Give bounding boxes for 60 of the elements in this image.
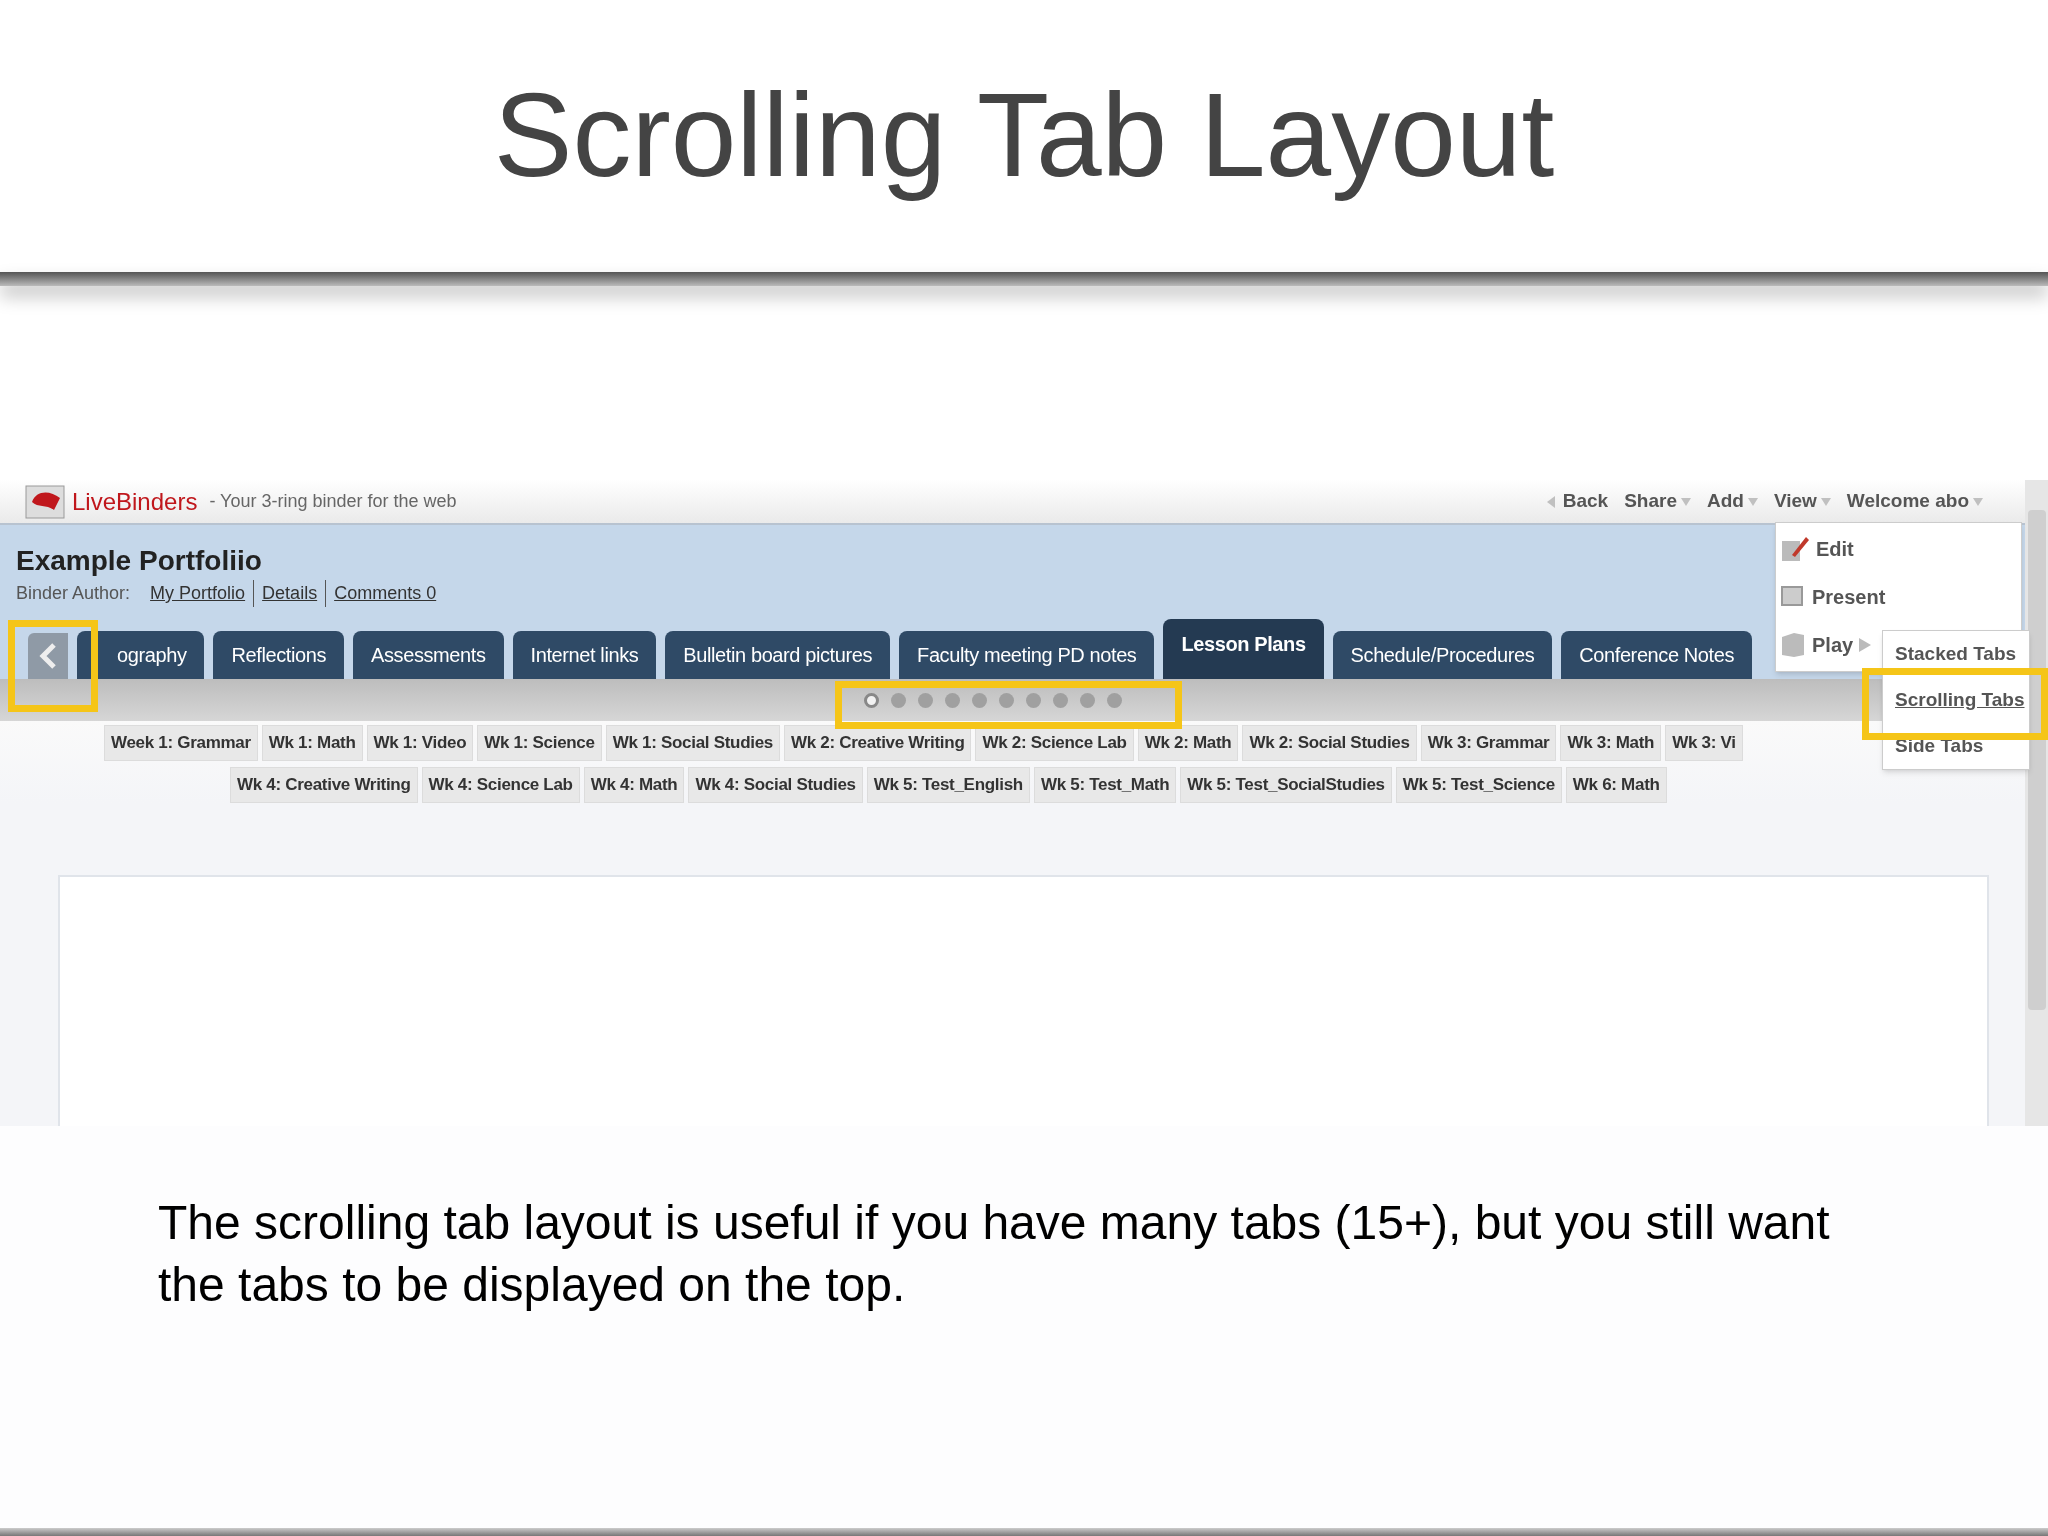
caret-icon bbox=[1747, 497, 1758, 506]
binder-logo-icon bbox=[24, 483, 68, 520]
layout-option[interactable]: Scrolling Tabs bbox=[1883, 681, 2029, 719]
slide-caption: The scrolling tab layout is useful if you have many tabs (15+), but you still want the tabs to be displayed on the top. bbox=[158, 1195, 1831, 1313]
lesson-subtab[interactable]: Week 1: Grammar bbox=[104, 725, 258, 761]
lesson-subtab[interactable]: Wk 2: Social Studies bbox=[1242, 725, 1417, 761]
lesson-subtab[interactable]: Wk 3: Grammar bbox=[1420, 725, 1557, 761]
menu-item-label: Edit bbox=[1816, 537, 1854, 562]
binder-title: Example Portfoliio bbox=[16, 544, 262, 578]
binder-link[interactable]: Comments 0 bbox=[325, 580, 445, 607]
nav-menu-button[interactable]: Share bbox=[1616, 487, 1699, 516]
nav-menu-button[interactable]: Add bbox=[1698, 487, 1766, 516]
lesson-subtab[interactable]: Wk 6: Math bbox=[1565, 767, 1667, 803]
lesson-subtab[interactable]: Wk 5: Test_Math bbox=[1033, 767, 1177, 803]
lesson-subtab[interactable]: Wk 4: Creative Writing bbox=[230, 767, 418, 803]
binder-tab[interactable]: Bulletin board pictures bbox=[665, 631, 891, 679]
caret-icon bbox=[1680, 497, 1691, 506]
view-menu-item[interactable]: Present bbox=[1776, 577, 1890, 617]
caret-icon bbox=[1973, 497, 1983, 506]
app-tagline: - Your 3-ring binder for the web bbox=[209, 490, 457, 513]
lesson-subtab[interactable]: Wk 5: Test_SocialStudies bbox=[1180, 767, 1392, 803]
nav-menu-button[interactable]: Welcome abo bbox=[1838, 487, 1991, 516]
slide-title: Scrolling Tab Layout bbox=[493, 68, 1555, 204]
caret-icon bbox=[1820, 497, 1831, 506]
lesson-subtab[interactable]: Wk 5: Test_Science bbox=[1395, 767, 1562, 803]
menu-item-label: Play bbox=[1812, 633, 1854, 658]
lesson-subtab[interactable]: Wk 4: Science Lab bbox=[421, 767, 580, 803]
lesson-subtab[interactable]: Wk 1: Science bbox=[477, 725, 602, 761]
submenu-arrow-icon bbox=[1859, 638, 1872, 652]
binder-tab[interactable]: Conference Notes bbox=[1561, 631, 1753, 679]
lesson-subtab[interactable]: Wk 1: Video bbox=[366, 725, 474, 761]
back-arrow-icon bbox=[1546, 495, 1555, 508]
binder-tab[interactable]: Faculty meeting PD notes bbox=[899, 631, 1155, 679]
nav-menu-button[interactable]: Back bbox=[1538, 487, 1617, 516]
pencil-notepad-icon bbox=[1780, 535, 1810, 563]
lesson-subtab[interactable]: Wk 3: Math bbox=[1560, 725, 1662, 761]
lesson-subtab[interactable]: Wk 4: Social Studies bbox=[688, 767, 863, 803]
menu-item-label: Present bbox=[1812, 585, 1886, 610]
binder-link[interactable]: My Portfolio bbox=[142, 580, 254, 607]
lesson-subtab[interactable]: Wk 2: Creative Writing bbox=[783, 725, 972, 761]
author-label: Binder Author: bbox=[16, 582, 131, 605]
view-menu-item[interactable]: Play bbox=[1776, 625, 1876, 665]
lesson-subtab[interactable]: Wk 4: Math bbox=[583, 767, 685, 803]
nav-menu-button[interactable]: View bbox=[1765, 487, 1839, 516]
binder-tab[interactable]: Schedule/Procedures bbox=[1332, 631, 1553, 679]
lesson-subtab[interactable]: Wk 1: Math bbox=[261, 725, 363, 761]
binder-link[interactable]: Details bbox=[253, 580, 326, 607]
scroll-left-button[interactable] bbox=[28, 633, 68, 679]
app-logo: LiveBinders bbox=[72, 486, 198, 517]
view-menu-item[interactable]: Edit bbox=[1776, 529, 1858, 569]
scrollbar[interactable] bbox=[2025, 480, 2048, 1126]
binder-tab[interactable]: Assessments bbox=[353, 631, 504, 679]
lesson-subtab[interactable]: Wk 2: Math bbox=[1137, 725, 1239, 761]
binder-tab[interactable]: Lesson Plans bbox=[1163, 619, 1324, 679]
binder-tab[interactable]: ography bbox=[77, 631, 205, 679]
lesson-subtab[interactable]: Wk 3: Vi bbox=[1665, 725, 1743, 761]
binder-tab[interactable]: Reflections bbox=[213, 631, 345, 679]
lesson-subtab[interactable]: Wk 1: Social Studies bbox=[605, 725, 780, 761]
binder-tab[interactable]: Internet links bbox=[512, 631, 657, 679]
lesson-subtab[interactable]: Wk 5: Test_English bbox=[866, 767, 1030, 803]
